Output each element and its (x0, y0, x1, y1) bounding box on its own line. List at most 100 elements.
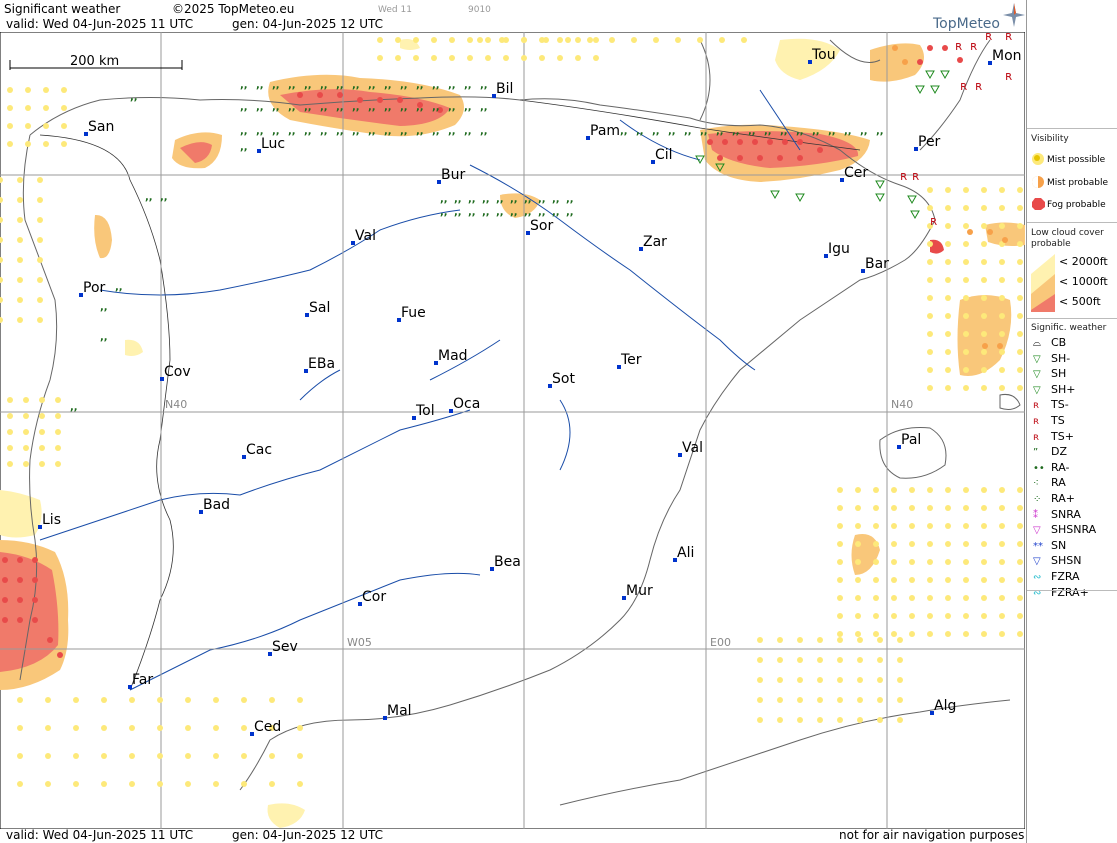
mist-possible-icon (855, 631, 861, 637)
fog-probable-icon (767, 139, 773, 145)
sigwx-label: FZRA+ (1051, 585, 1089, 599)
legend-sigwx-cb: ⌓ CB (1033, 337, 1066, 350)
mist-possible-icon (837, 541, 843, 547)
mist-possible-icon (981, 367, 987, 373)
sigwx-label: RA (1051, 476, 1066, 490)
drizzle-icon: ,, (416, 80, 424, 91)
mist-possible-icon (981, 505, 987, 511)
mist-possible-icon (55, 429, 61, 435)
mist-possible-icon (981, 613, 987, 619)
mist-possible-icon (485, 55, 491, 61)
disclaimer: not for air navigation purposes (839, 828, 1025, 842)
mist-possible-icon (927, 523, 933, 529)
mist-possible-icon (575, 55, 581, 61)
drizzle-icon: ,, (652, 126, 660, 137)
mist-possible-icon (963, 331, 969, 337)
sigwx-sh-icon: ▽ (1033, 384, 1041, 396)
mist-possible-icon (1017, 241, 1023, 247)
city-label: Fue (401, 305, 426, 321)
drizzle-icon: ,, (448, 80, 456, 91)
product-code: 9010 (468, 5, 491, 15)
sigwx-label: SNRA (1051, 507, 1081, 521)
mist-possible-icon (43, 105, 49, 111)
drizzle-icon: ,, (416, 102, 424, 113)
legend-sigwx-ts-minusplus: ʀ TS+ (1033, 430, 1074, 444)
drizzle-icon: ,, (538, 194, 546, 205)
drizzle-icon: ,, (400, 102, 408, 113)
mist-possible-icon (757, 677, 763, 683)
mist-possible-icon (963, 367, 969, 373)
mist-possible-icon (891, 559, 897, 565)
drizzle-icon: ,, (272, 102, 280, 113)
city-mon-6: Mon (988, 48, 1022, 65)
mist-possible-icon (891, 613, 897, 619)
city-per-7: Per (914, 134, 941, 151)
mist-possible-icon (999, 613, 1005, 619)
drizzle-icon: ,, (510, 207, 518, 218)
mist-possible-icon (909, 541, 915, 547)
mist-possible-icon (891, 631, 897, 637)
mist-possible-icon (37, 197, 43, 203)
mist-possible-icon (23, 413, 29, 419)
mist-possible-icon (963, 559, 969, 565)
mist-possible-icon (7, 445, 13, 451)
city-cov-20: Cov (160, 364, 191, 381)
city-label: Cov (164, 364, 191, 380)
mist-possible-icon (55, 461, 61, 467)
mist-possible-icon (981, 595, 987, 601)
mist-possible-icon (981, 559, 987, 565)
city-label: Ali (677, 545, 694, 561)
mist-possible-icon (891, 487, 897, 493)
drizzle-icon: ,, (416, 126, 424, 137)
mist-possible-icon (909, 523, 915, 529)
mist-possible-icon (909, 487, 915, 493)
fog-probable-icon (817, 147, 823, 153)
city-cor-33: Cor (358, 589, 386, 606)
mist-possible-icon (593, 37, 599, 43)
mist-possible-icon (1017, 187, 1023, 193)
legend-cloud-2000: < 2000ft (1059, 255, 1108, 268)
drizzle-icon: ,, (716, 126, 724, 137)
mist-possible-icon (129, 725, 135, 731)
mist-possible-icon (241, 753, 247, 759)
city-cil-4: Cil (651, 147, 673, 164)
fog-probable-icon (17, 617, 23, 623)
mist-possible-icon (25, 141, 31, 147)
city-tol-23: Tol (412, 403, 435, 420)
drizzle-icon: ,, (496, 194, 504, 205)
city-label: Pal (901, 432, 921, 448)
mist-possible-icon (837, 657, 843, 663)
mist-possible-icon (927, 385, 933, 391)
drizzle-icon: ,, (432, 80, 440, 91)
city-sor-10: Sor (526, 218, 553, 235)
sigwx-label: RA- (1051, 460, 1070, 474)
mist-possible-icon (17, 237, 23, 243)
sigwx-label: FZRA (1051, 570, 1080, 583)
mist-probable-icon (967, 229, 973, 235)
mist-possible-icon (213, 697, 219, 703)
city-label: Sor (530, 218, 553, 234)
mist-possible-icon (891, 541, 897, 547)
mist-possible-icon (999, 541, 1005, 547)
drizzle-icon: ,, (524, 194, 532, 205)
mist-possible-icon (23, 445, 29, 451)
sigwx-label: TS- (1051, 398, 1069, 412)
drizzle-icon: ,, (538, 207, 546, 218)
mist-possible-icon (39, 397, 45, 403)
legend-low-cloud-title: Low cloud cover probable (1031, 228, 1104, 249)
drizzle-icon: ,, (384, 102, 392, 113)
mist-possible-icon (981, 385, 987, 391)
mist-possible-icon (877, 677, 883, 683)
grid-label-e00: E00 (710, 636, 731, 649)
mist-possible-icon (157, 753, 163, 759)
mist-possible-icon (817, 717, 823, 723)
drizzle-icon: ,, (732, 126, 740, 137)
drizzle-icon: ,, (828, 126, 836, 137)
mist-possible-icon (45, 725, 51, 731)
drizzle-icon: ,, (115, 282, 123, 293)
mist-possible-icon (927, 187, 933, 193)
drizzle-icon: ,, (620, 126, 628, 137)
mist-possible-icon (927, 595, 933, 601)
mist-possible-icon (981, 541, 987, 547)
mist-possible-icon (521, 37, 527, 43)
